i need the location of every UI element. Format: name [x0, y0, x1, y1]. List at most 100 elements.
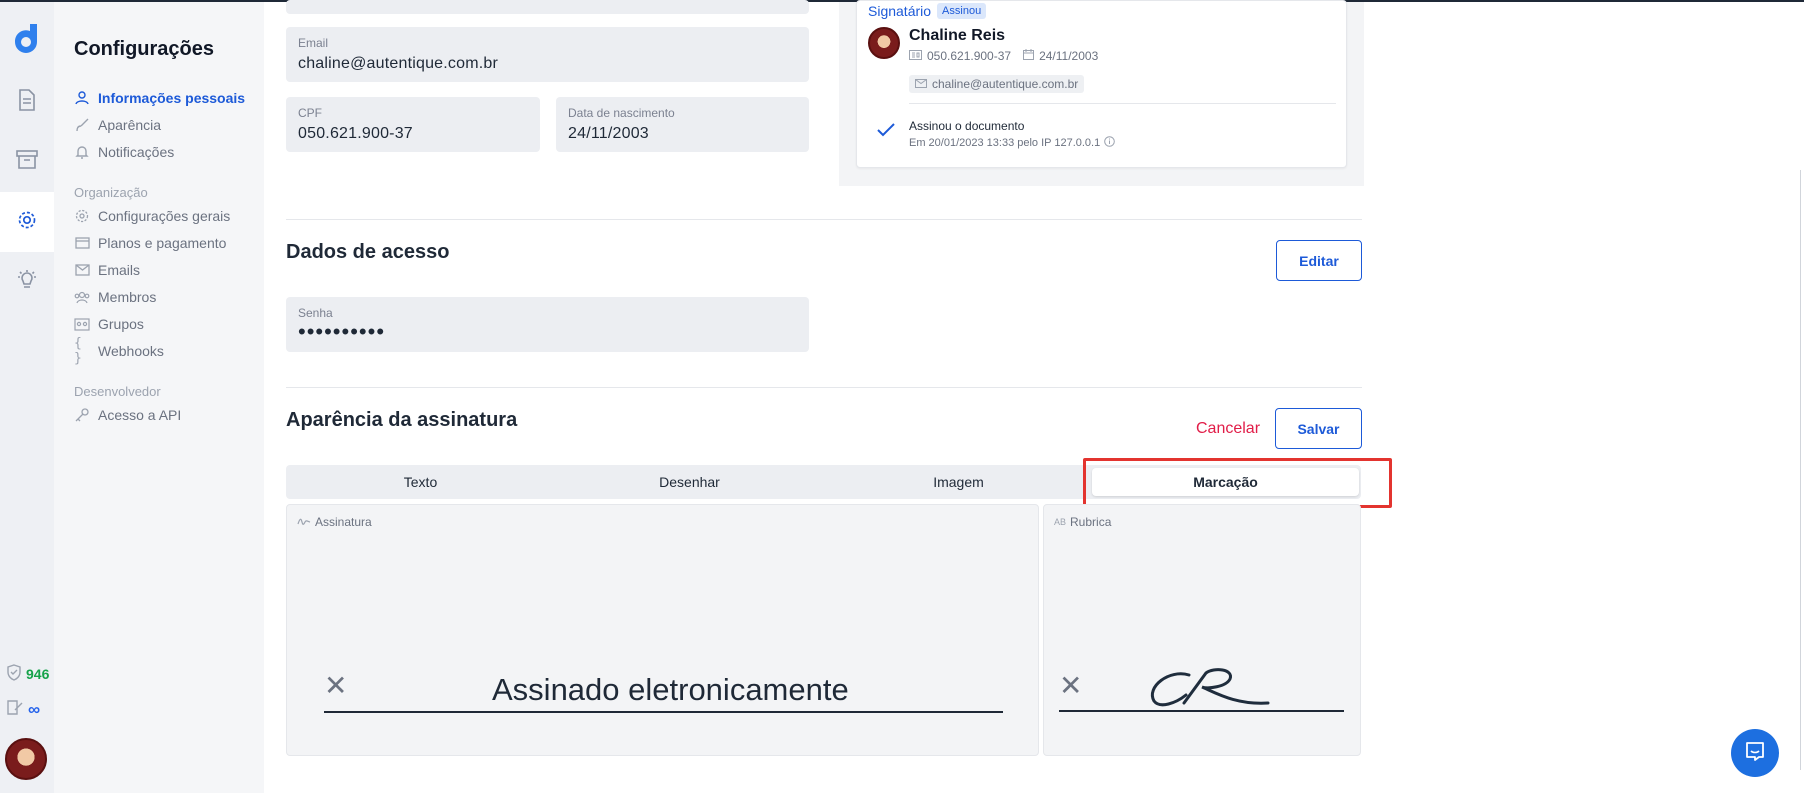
- close-icon: ✕: [324, 670, 348, 701]
- signer-action-detail: Em 20/01/2023 13:33 pelo IP 127.0.0.1: [909, 136, 1116, 150]
- user-avatar[interactable]: [5, 738, 47, 780]
- email-field-label: Email: [298, 36, 329, 50]
- sidebar-item-label: Webhooks: [98, 343, 164, 359]
- sidebar-group-developer: Desenvolvedor: [74, 384, 161, 399]
- info-icon[interactable]: [1104, 136, 1116, 150]
- status-badge: Assinou: [937, 3, 987, 19]
- password-field[interactable]: Senha ••••••••••: [286, 297, 809, 352]
- close-icon: ✕: [1059, 670, 1083, 701]
- birthdate-field[interactable]: Data de nascimento 24/11/2003: [556, 97, 809, 152]
- sidebar-item-plans[interactable]: Planos e pagamento: [74, 235, 226, 251]
- check-icon: [877, 123, 895, 142]
- signer-birth: 24/11/2003: [1039, 49, 1099, 63]
- sidebar-item-label: Notificações: [98, 144, 175, 160]
- sidebar-item-groups[interactable]: Grupos: [74, 316, 144, 332]
- birthdate-field-value: 24/11/2003: [568, 125, 649, 142]
- signature-label-text: Assinatura: [315, 515, 372, 529]
- credits-count: 946: [26, 666, 50, 682]
- document-sign-icon: [6, 699, 24, 721]
- key-icon: [74, 407, 90, 423]
- signer-card-header: Signatário Assinou: [868, 3, 987, 19]
- members-icon: [74, 289, 90, 305]
- sidebar-item-members[interactable]: Membros: [74, 289, 156, 305]
- selection-highlight: [1083, 458, 1392, 508]
- gear-icon: [74, 208, 90, 224]
- sidebar-item-appearance[interactable]: Aparência: [74, 117, 161, 133]
- sidebar-item-label: Aparência: [98, 117, 162, 133]
- sidebar-item-label: Informações pessoais: [98, 90, 246, 106]
- password-field-value: ••••••••••: [298, 319, 386, 344]
- signature-baseline: [324, 711, 1003, 713]
- sidebar-item-api-access[interactable]: Acesso a API: [74, 407, 181, 423]
- password-field-label: Senha: [298, 306, 333, 320]
- signer-action-detail-text: Em 20/01/2023 13:33 pelo IP 127.0.0.1: [909, 137, 1101, 149]
- appearance-section-title: Aparência da assinatura: [286, 409, 518, 431]
- cpf-field-label: CPF: [298, 106, 322, 120]
- settings-nav-button[interactable]: [0, 192, 54, 252]
- sidebar-group-organization: Organização: [74, 185, 148, 200]
- divider: [909, 103, 1336, 104]
- sidebar-item-label: Membros: [98, 289, 157, 305]
- tab-draw[interactable]: Desenhar: [555, 465, 824, 499]
- credits-badge[interactable]: 946: [6, 664, 49, 684]
- save-button[interactable]: Salvar: [1275, 408, 1362, 449]
- divider: [286, 219, 1362, 220]
- birthdate-field-label: Data de nascimento: [568, 106, 675, 120]
- email-field[interactable]: Email chaline@autentique.com.br: [286, 27, 809, 82]
- signature-icon: [297, 515, 311, 529]
- credit-card-icon: [74, 235, 90, 251]
- archive-icon: [16, 149, 38, 174]
- signer-role: Signatário: [868, 3, 932, 19]
- initials-panel: AB Rubrica ✕: [1043, 504, 1361, 756]
- gear-icon: [16, 209, 38, 236]
- sidebar-title: Configurações: [74, 38, 215, 60]
- scrollbar[interactable]: [1800, 170, 1801, 770]
- tab-text[interactable]: Texto: [286, 465, 555, 499]
- avatar: [868, 27, 900, 59]
- cancel-button[interactable]: Cancelar: [1196, 420, 1260, 438]
- id-card-icon: [909, 49, 922, 63]
- sidebar-item-emails[interactable]: Emails: [74, 262, 140, 278]
- archive-nav-button[interactable]: [0, 131, 54, 191]
- sidebar-item-label: Configurações gerais: [98, 208, 231, 224]
- signer-name: Chaline Reis: [909, 27, 1006, 44]
- sidebar-item-general-settings[interactable]: Configurações gerais: [74, 208, 230, 224]
- signer-action: Assinou o documento: [909, 119, 1025, 133]
- sidebar-item-personal-info[interactable]: Informações pessoais: [74, 90, 245, 106]
- initials-label-text: Rubrica: [1070, 515, 1112, 529]
- user-icon: [74, 90, 90, 106]
- signer-email: chaline@autentique.com.br: [932, 77, 1079, 91]
- calendar-icon: [1023, 49, 1035, 63]
- cpf-field[interactable]: CPF 050.621.900-37: [286, 97, 540, 152]
- chat-icon: [1744, 740, 1766, 767]
- bell-icon: [74, 144, 90, 160]
- sidebar-item-webhooks[interactable]: { } Webhooks: [74, 336, 164, 366]
- braces-icon: { }: [74, 336, 82, 366]
- access-section-title: Dados de acesso: [286, 241, 450, 263]
- settings-sidebar: Configurações Informações pessoais Aparê…: [54, 2, 264, 793]
- sidebar-item-label: Planos e pagamento: [98, 235, 227, 251]
- app-rail: 946 ∞: [0, 2, 54, 793]
- name-field-partial[interactable]: [286, 0, 809, 14]
- documents-nav-button[interactable]: [0, 72, 54, 132]
- signer-meta: 050.621.900-37 24/11/2003: [909, 49, 1098, 63]
- chat-button[interactable]: [1731, 729, 1779, 777]
- sidebar-item-label: Acesso a API: [98, 407, 182, 423]
- signature-panel-label: Assinatura: [297, 515, 372, 529]
- lightbulb-icon: [15, 269, 39, 296]
- tips-nav-button[interactable]: [0, 252, 54, 312]
- sidebar-item-notifications[interactable]: Notificações: [74, 144, 174, 160]
- cpf-field-value: 050.621.900-37: [298, 125, 413, 142]
- documents-quota-badge[interactable]: ∞: [6, 699, 40, 721]
- documents-quota-value: ∞: [28, 700, 41, 719]
- tab-image[interactable]: Imagem: [824, 465, 1093, 499]
- sidebar-item-label: Emails: [98, 262, 141, 278]
- edit-button[interactable]: Editar: [1276, 240, 1362, 281]
- brush-icon: [74, 117, 90, 133]
- initials-panel-label: AB Rubrica: [1054, 515, 1111, 529]
- mail-icon: [74, 262, 90, 278]
- document-icon: [17, 88, 37, 116]
- signer-card: Signatário Assinou Chaline Reis 050.621.…: [856, 0, 1347, 168]
- signer-email-chip: chaline@autentique.com.br: [909, 75, 1085, 93]
- autentique-logo[interactable]: [9, 22, 43, 56]
